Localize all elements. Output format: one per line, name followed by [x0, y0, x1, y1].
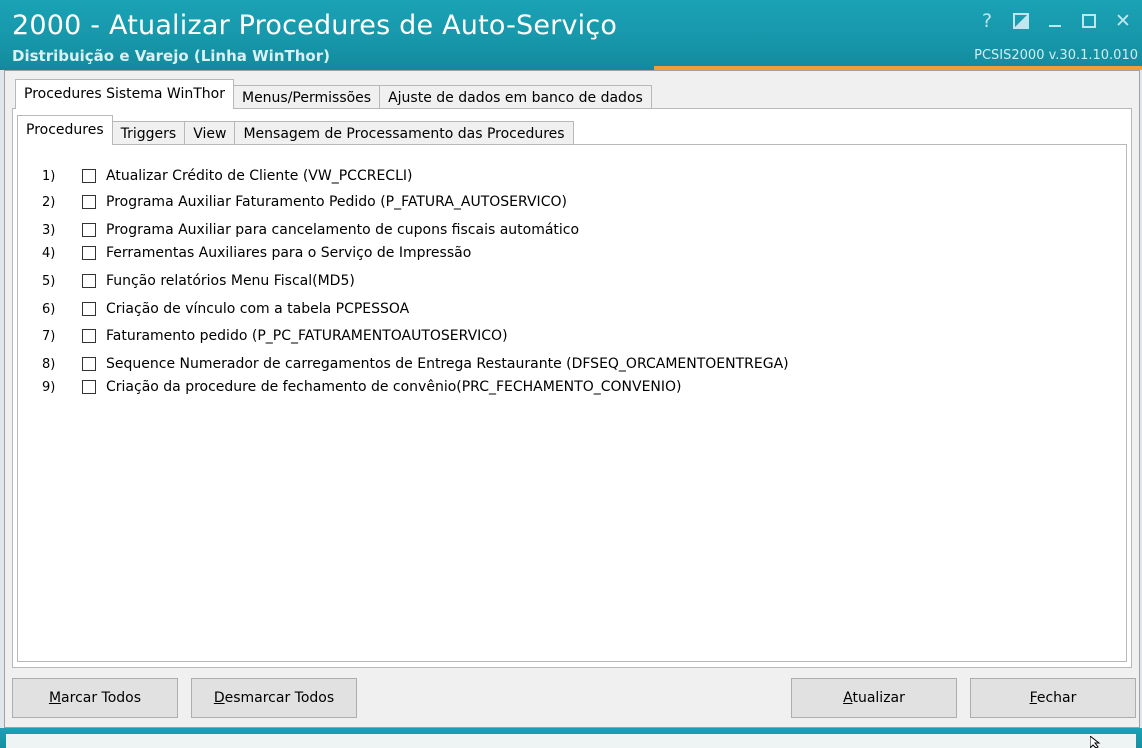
tab-procedures[interactable]: Procedures — [17, 115, 113, 145]
window-subtitle: Distribuição e Varejo (Linha WinThor) — [12, 47, 330, 65]
procedure-checkbox-3[interactable] — [82, 223, 96, 237]
status-bar-panel — [6, 734, 1136, 748]
item-number: 6) — [42, 301, 56, 317]
procedure-checkbox-7[interactable] — [82, 329, 96, 343]
item-number: 3) — [42, 222, 56, 238]
procedure-item-4: 4) Ferramentas Auxiliares para o Serviço… — [42, 240, 789, 266]
procedure-label[interactable]: Programa Auxiliar Faturamento Pedido (P_… — [106, 194, 567, 210]
button-label: esmarcar Todos — [224, 690, 335, 706]
marcar-todos-button[interactable]: Marcar Todos — [12, 678, 178, 718]
hotkey-letter: M — [48, 690, 62, 706]
minimize-icon[interactable] — [1044, 10, 1066, 32]
atualizar-button[interactable]: Atualizar — [791, 678, 957, 718]
procedure-checkbox-8[interactable] — [82, 357, 96, 371]
button-label: tualizar — [852, 690, 905, 706]
hotkey-letter: F — [1029, 690, 1037, 706]
procedure-checkbox-9[interactable] — [82, 380, 96, 394]
help-icon[interactable]: ? — [976, 10, 998, 32]
procedure-label[interactable]: Faturamento pedido (P_PC_FATURAMENTOAUTO… — [106, 328, 508, 344]
procedure-item-2: 2) Programa Auxiliar Faturamento Pedido … — [42, 189, 789, 215]
procedure-checkbox-1[interactable] — [82, 169, 96, 183]
version-label: PCSIS2000 v.30.1.10.010 — [974, 48, 1138, 63]
window-controls: ? ✕ — [976, 10, 1134, 32]
procedure-item-5: 5) Função relatórios Menu Fiscal(MD5) — [42, 268, 789, 294]
tab-view[interactable]: View — [184, 121, 236, 145]
item-number: 2) — [42, 194, 56, 210]
procedure-label[interactable]: Criação da procedure de fechamento de co… — [106, 379, 682, 395]
item-number: 4) — [42, 245, 56, 261]
hotkey-letter: D — [213, 690, 225, 706]
procedure-label[interactable]: Ferramentas Auxiliares para o Serviço de… — [106, 245, 471, 261]
status-bar — [0, 728, 1142, 748]
procedures-panel: 1) Atualizar Crédito de Cliente (VW_PCCR… — [17, 144, 1127, 662]
title-bar: 2000 - Atualizar Procedures de Auto-Serv… — [0, 0, 1142, 70]
item-number: 5) — [42, 273, 56, 289]
procedure-label[interactable]: Função relatórios Menu Fiscal(MD5) — [106, 273, 355, 289]
procedure-checkbox-4[interactable] — [82, 246, 96, 260]
procedure-item-7: 7) Faturamento pedido (P_PC_FATURAMENTOA… — [42, 323, 789, 349]
button-label: echar — [1036, 690, 1077, 706]
restore-layout-icon[interactable] — [1010, 10, 1032, 32]
main-frame: Procedures Sistema WinThor Menus/Permiss… — [4, 70, 1140, 728]
window-title: 2000 - Atualizar Procedures de Auto-Serv… — [12, 10, 618, 41]
outer-tab-bar: Procedures Sistema WinThor Menus/Permiss… — [15, 79, 652, 109]
procedure-item-1: 1) Atualizar Crédito de Cliente (VW_PCCR… — [42, 163, 789, 189]
button-bar: Marcar Todos Desmarcar Todos Atualizar F… — [5, 678, 1139, 722]
tab-procedures-sistema-winthor[interactable]: Procedures Sistema WinThor — [15, 79, 234, 109]
fechar-button[interactable]: Fechar — [970, 678, 1136, 718]
procedure-label[interactable]: Sequence Numerador de carregamentos de E… — [106, 356, 789, 372]
tab-triggers[interactable]: Triggers — [111, 121, 186, 145]
outer-tab-panel: Procedures Triggers View Mensagem de Pro… — [12, 108, 1132, 668]
procedure-list: 1) Atualizar Crédito de Cliente (VW_PCCR… — [42, 163, 789, 400]
tab-mensagem-processamento[interactable]: Mensagem de Processamento das Procedures — [234, 121, 574, 145]
procedure-label[interactable]: Programa Auxiliar para cancelamento de c… — [106, 222, 579, 238]
close-icon[interactable]: ✕ — [1112, 10, 1134, 32]
procedure-item-9: 9) Criação da procedure de fechamento de… — [42, 374, 789, 400]
procedure-label[interactable]: Criação de vínculo com a tabela PCPESSOA — [106, 301, 409, 317]
item-number: 7) — [42, 328, 56, 344]
item-number: 8) — [42, 356, 56, 372]
tab-ajuste-dados[interactable]: Ajuste de dados em banco de dados — [379, 85, 652, 109]
button-label: arcar Todos — [61, 690, 142, 706]
procedure-checkbox-5[interactable] — [82, 274, 96, 288]
mouse-cursor-icon — [1090, 736, 1101, 748]
desmarcar-todos-button[interactable]: Desmarcar Todos — [191, 678, 357, 718]
inner-tab-bar: Procedures Triggers View Mensagem de Pro… — [17, 115, 574, 145]
maximize-icon[interactable] — [1078, 10, 1100, 32]
procedure-checkbox-6[interactable] — [82, 302, 96, 316]
procedure-label[interactable]: Atualizar Crédito de Cliente (VW_PCCRECL… — [106, 168, 412, 184]
tab-menus-permissoes[interactable]: Menus/Permissões — [232, 85, 381, 109]
procedure-item-6: 6) Criação de vínculo com a tabela PCPES… — [42, 296, 789, 322]
procedure-checkbox-2[interactable] — [82, 195, 96, 209]
item-number: 9) — [42, 379, 56, 395]
item-number: 1) — [42, 168, 56, 184]
